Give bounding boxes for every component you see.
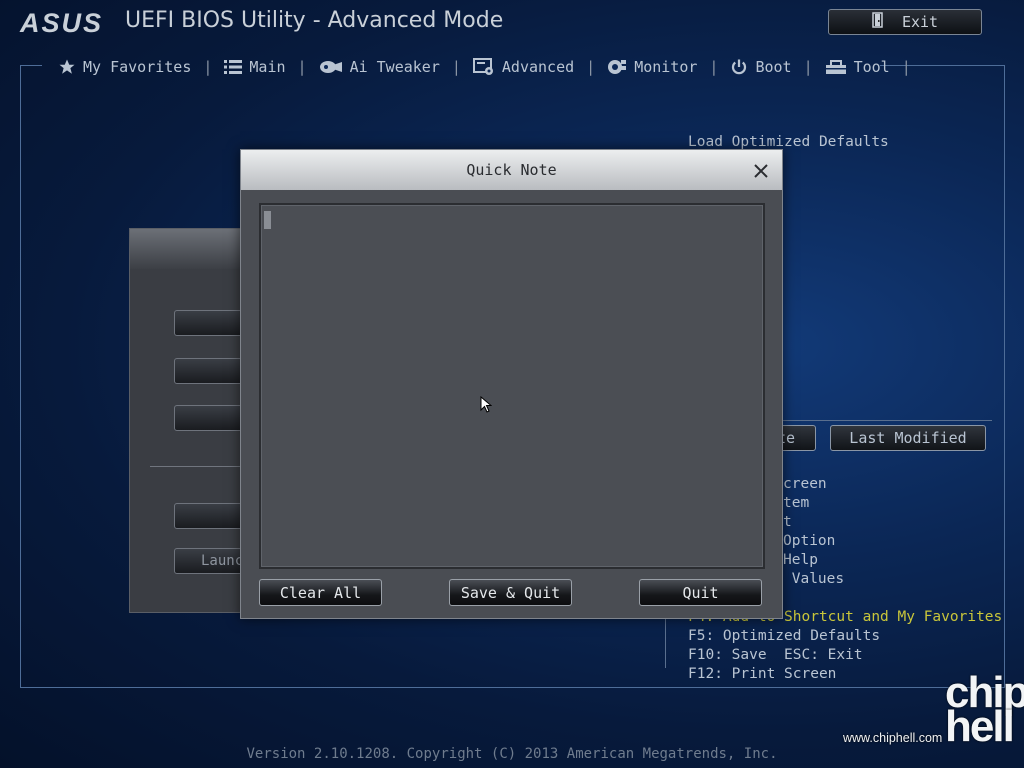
exit-button[interactable]: Exit (828, 9, 982, 35)
background-dialog-divider (150, 466, 242, 467)
tab-advanced[interactable]: Advanced (463, 58, 584, 76)
hint-f12: F12: Print Screen (688, 666, 837, 682)
tab-label: Ai Tweaker (349, 58, 440, 76)
list-icon (224, 59, 243, 75)
watermark-url: www.chiphell.com (843, 731, 943, 745)
watermark-logo: chip hell (945, 668, 1024, 751)
launch-button[interactable]: Launc (174, 548, 244, 574)
advanced-icon (472, 58, 495, 76)
tab-label: Tool (853, 58, 890, 76)
hint-line: creen (783, 476, 827, 492)
hint-f10: F10: Save ESC: Exit (688, 647, 863, 663)
last-modified-button[interactable]: Last Modified (830, 425, 986, 451)
button-label: Quit (682, 583, 719, 602)
mouse-pointer-icon (480, 395, 493, 418)
hint-f5: F5: Optimized Defaults (688, 628, 881, 644)
hint-line: Option (783, 533, 836, 549)
frame-edge (20, 65, 42, 66)
button-label: Launc (201, 553, 244, 569)
background-dialog-button[interactable] (174, 503, 244, 529)
background-dialog-button[interactable] (174, 310, 244, 336)
clear-all-button[interactable]: Clear All (259, 579, 382, 606)
tab-label: Main (249, 58, 286, 76)
button-label: Clear All (279, 583, 362, 602)
hint-line: t (783, 514, 792, 530)
tab-label: Advanced (501, 58, 575, 76)
hint-line: Help (783, 552, 818, 568)
nav-separator: | (297, 58, 307, 76)
background-dialog-titlebar (130, 229, 240, 269)
tab-my-favorites[interactable]: My Favorites (48, 58, 201, 76)
nav-separator: | (203, 58, 213, 76)
tab-ai-tweaker[interactable]: Ai Tweaker (309, 58, 450, 76)
hint-line: tem (783, 495, 810, 511)
button-label: Save & Quit (460, 583, 561, 602)
quit-button[interactable]: Quit (639, 579, 762, 606)
tab-tool[interactable]: Tool (815, 58, 900, 76)
note-textarea[interactable] (259, 203, 765, 569)
nav-separator: | (901, 58, 911, 76)
tool-icon (825, 59, 847, 75)
exit-label: Exit (901, 13, 939, 31)
tab-monitor[interactable]: Monitor (597, 58, 707, 76)
load-optimized-defaults-item[interactable]: Load Optimized Defaults (688, 134, 889, 150)
background-dialog-button[interactable] (174, 358, 244, 384)
tab-label: My Favorites (83, 58, 192, 76)
nav-separator: | (709, 58, 719, 76)
version-footer: Version 2.10.1208. Copyright (C) 2013 Am… (246, 746, 778, 762)
background-dialog-button[interactable] (174, 405, 244, 431)
main-nav: My Favorites | Main | Ai Tweaker | Advan… (48, 56, 913, 78)
nav-separator: | (451, 58, 461, 76)
exit-door-icon (872, 12, 884, 32)
close-icon[interactable] (751, 161, 771, 181)
tweaker-icon (319, 59, 343, 75)
tab-label: Boot (755, 58, 792, 76)
button-label: Last Modified (849, 429, 967, 447)
text-caret (264, 211, 271, 229)
monitor-icon (607, 58, 627, 76)
tab-boot[interactable]: Boot (720, 58, 801, 76)
asus-logo: ASUS (20, 8, 104, 38)
tab-main[interactable]: Main (214, 58, 295, 76)
tab-label: Monitor (634, 58, 698, 76)
save-and-quit-button[interactable]: Save & Quit (449, 579, 572, 606)
nav-separator: | (803, 58, 813, 76)
power-icon (730, 58, 748, 76)
star-icon (58, 58, 76, 76)
app-title: UEFI BIOS Utility - Advanced Mode (125, 8, 504, 33)
dialog-title: Quick Note (466, 161, 557, 179)
hint-line: Values (783, 571, 845, 587)
nav-separator: | (586, 58, 596, 76)
